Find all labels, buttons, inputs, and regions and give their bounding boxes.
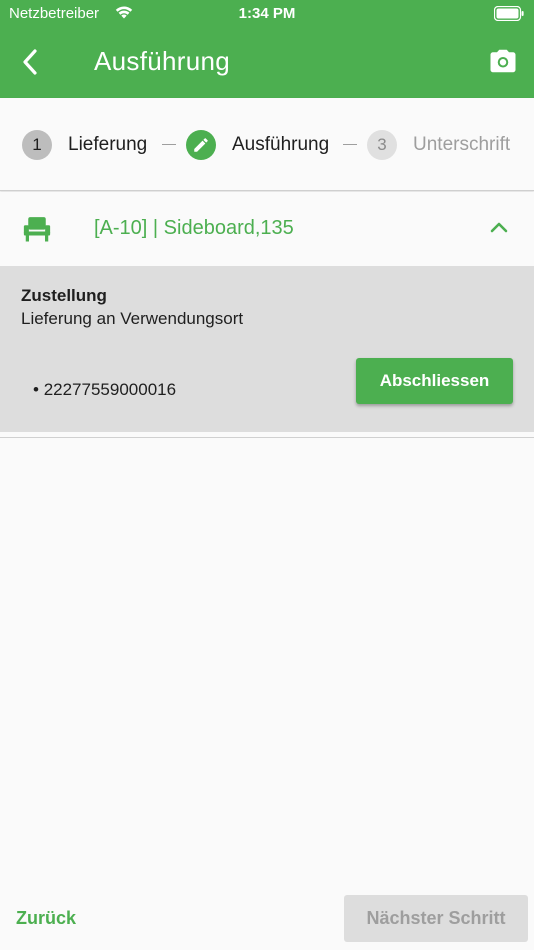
back-link[interactable]: Zurück xyxy=(16,908,76,929)
step-label-ausfuehrung: Ausführung xyxy=(232,134,330,155)
step-number-1: 1 xyxy=(22,130,52,160)
step-unterschrift[interactable]: 3 Unterschrift xyxy=(367,129,510,161)
status-bar: Netzbetreiber 1:34 PM xyxy=(0,0,534,28)
step-active-circle xyxy=(186,130,216,160)
step-label-lieferung: Lieferung xyxy=(68,134,148,155)
next-step-button[interactable]: Nächster Schritt xyxy=(344,895,528,942)
app-bar: Netzbetreiber 1:34 PM Ausführung xyxy=(0,0,534,98)
complete-button[interactable]: Abschliessen xyxy=(356,358,513,404)
list-item: • 22277559000016 xyxy=(33,380,176,400)
delivery-panel: Zustellung Lieferung an Verwendungsort •… xyxy=(0,266,534,432)
item-barcode: 22277559000016 xyxy=(43,380,177,399)
item-title: [A-10] | Sideboard,135 xyxy=(94,217,294,239)
delivery-subtitle: Lieferung an Verwendungsort xyxy=(21,309,244,328)
battery-icon xyxy=(493,5,524,25)
step-label-unterschrift: Unterschrift xyxy=(413,134,511,155)
delivery-title: Zustellung xyxy=(21,286,107,305)
item-section-header[interactable]: [A-10] | Sideboard,135 xyxy=(0,192,534,266)
pencil-icon xyxy=(194,138,208,152)
status-time: 1:34 PM xyxy=(238,5,296,22)
back-button[interactable] xyxy=(14,44,46,80)
step-number-3: 3 xyxy=(367,130,397,160)
chevron-left-icon xyxy=(23,49,37,75)
step-connector xyxy=(162,144,176,145)
divider xyxy=(0,437,534,438)
camera-icon xyxy=(490,49,516,73)
page-title: Ausführung xyxy=(94,46,230,76)
chair-icon xyxy=(22,215,52,248)
bullet: • xyxy=(33,380,44,399)
chevron-up-icon[interactable] xyxy=(490,220,508,239)
camera-button[interactable] xyxy=(488,46,518,76)
step-lieferung[interactable]: 1 Lieferung xyxy=(22,129,147,161)
step-connector xyxy=(343,144,357,145)
stepper: 1 Lieferung Ausführung 3 Unterschrift xyxy=(0,98,534,191)
step-ausfuehrung[interactable]: Ausführung xyxy=(186,129,329,161)
